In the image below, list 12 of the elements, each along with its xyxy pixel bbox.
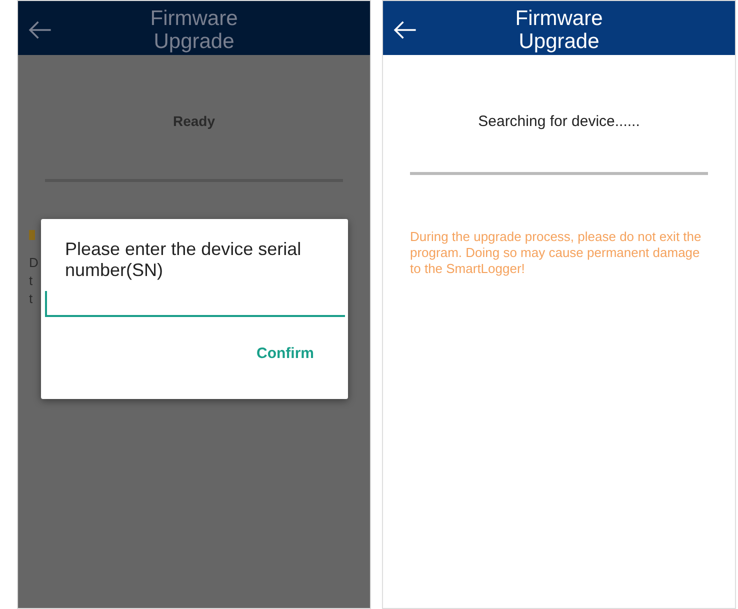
status-text: Searching for device......	[477, 113, 641, 130]
warning-text: During the upgrade process, please do not exit the program. Doing so may cause permanent damage to the SmartLogger!	[410, 229, 702, 277]
serial-number-input[interactable]	[45, 291, 345, 317]
dialog-title: Please enter the device serial number(SN)	[64, 239, 302, 281]
covered-text: t	[29, 272, 34, 290]
screen-title: Firmware Upgrade	[514, 7, 604, 53]
covered-text: t	[29, 290, 34, 308]
confirm-button[interactable]: Confirm	[256, 345, 314, 362]
back-arrow-icon[interactable]	[28, 21, 52, 39]
screen-title: Firmware Upgrade	[149, 7, 239, 53]
status-text: Ready	[172, 113, 216, 129]
covered-text: D	[29, 254, 39, 272]
